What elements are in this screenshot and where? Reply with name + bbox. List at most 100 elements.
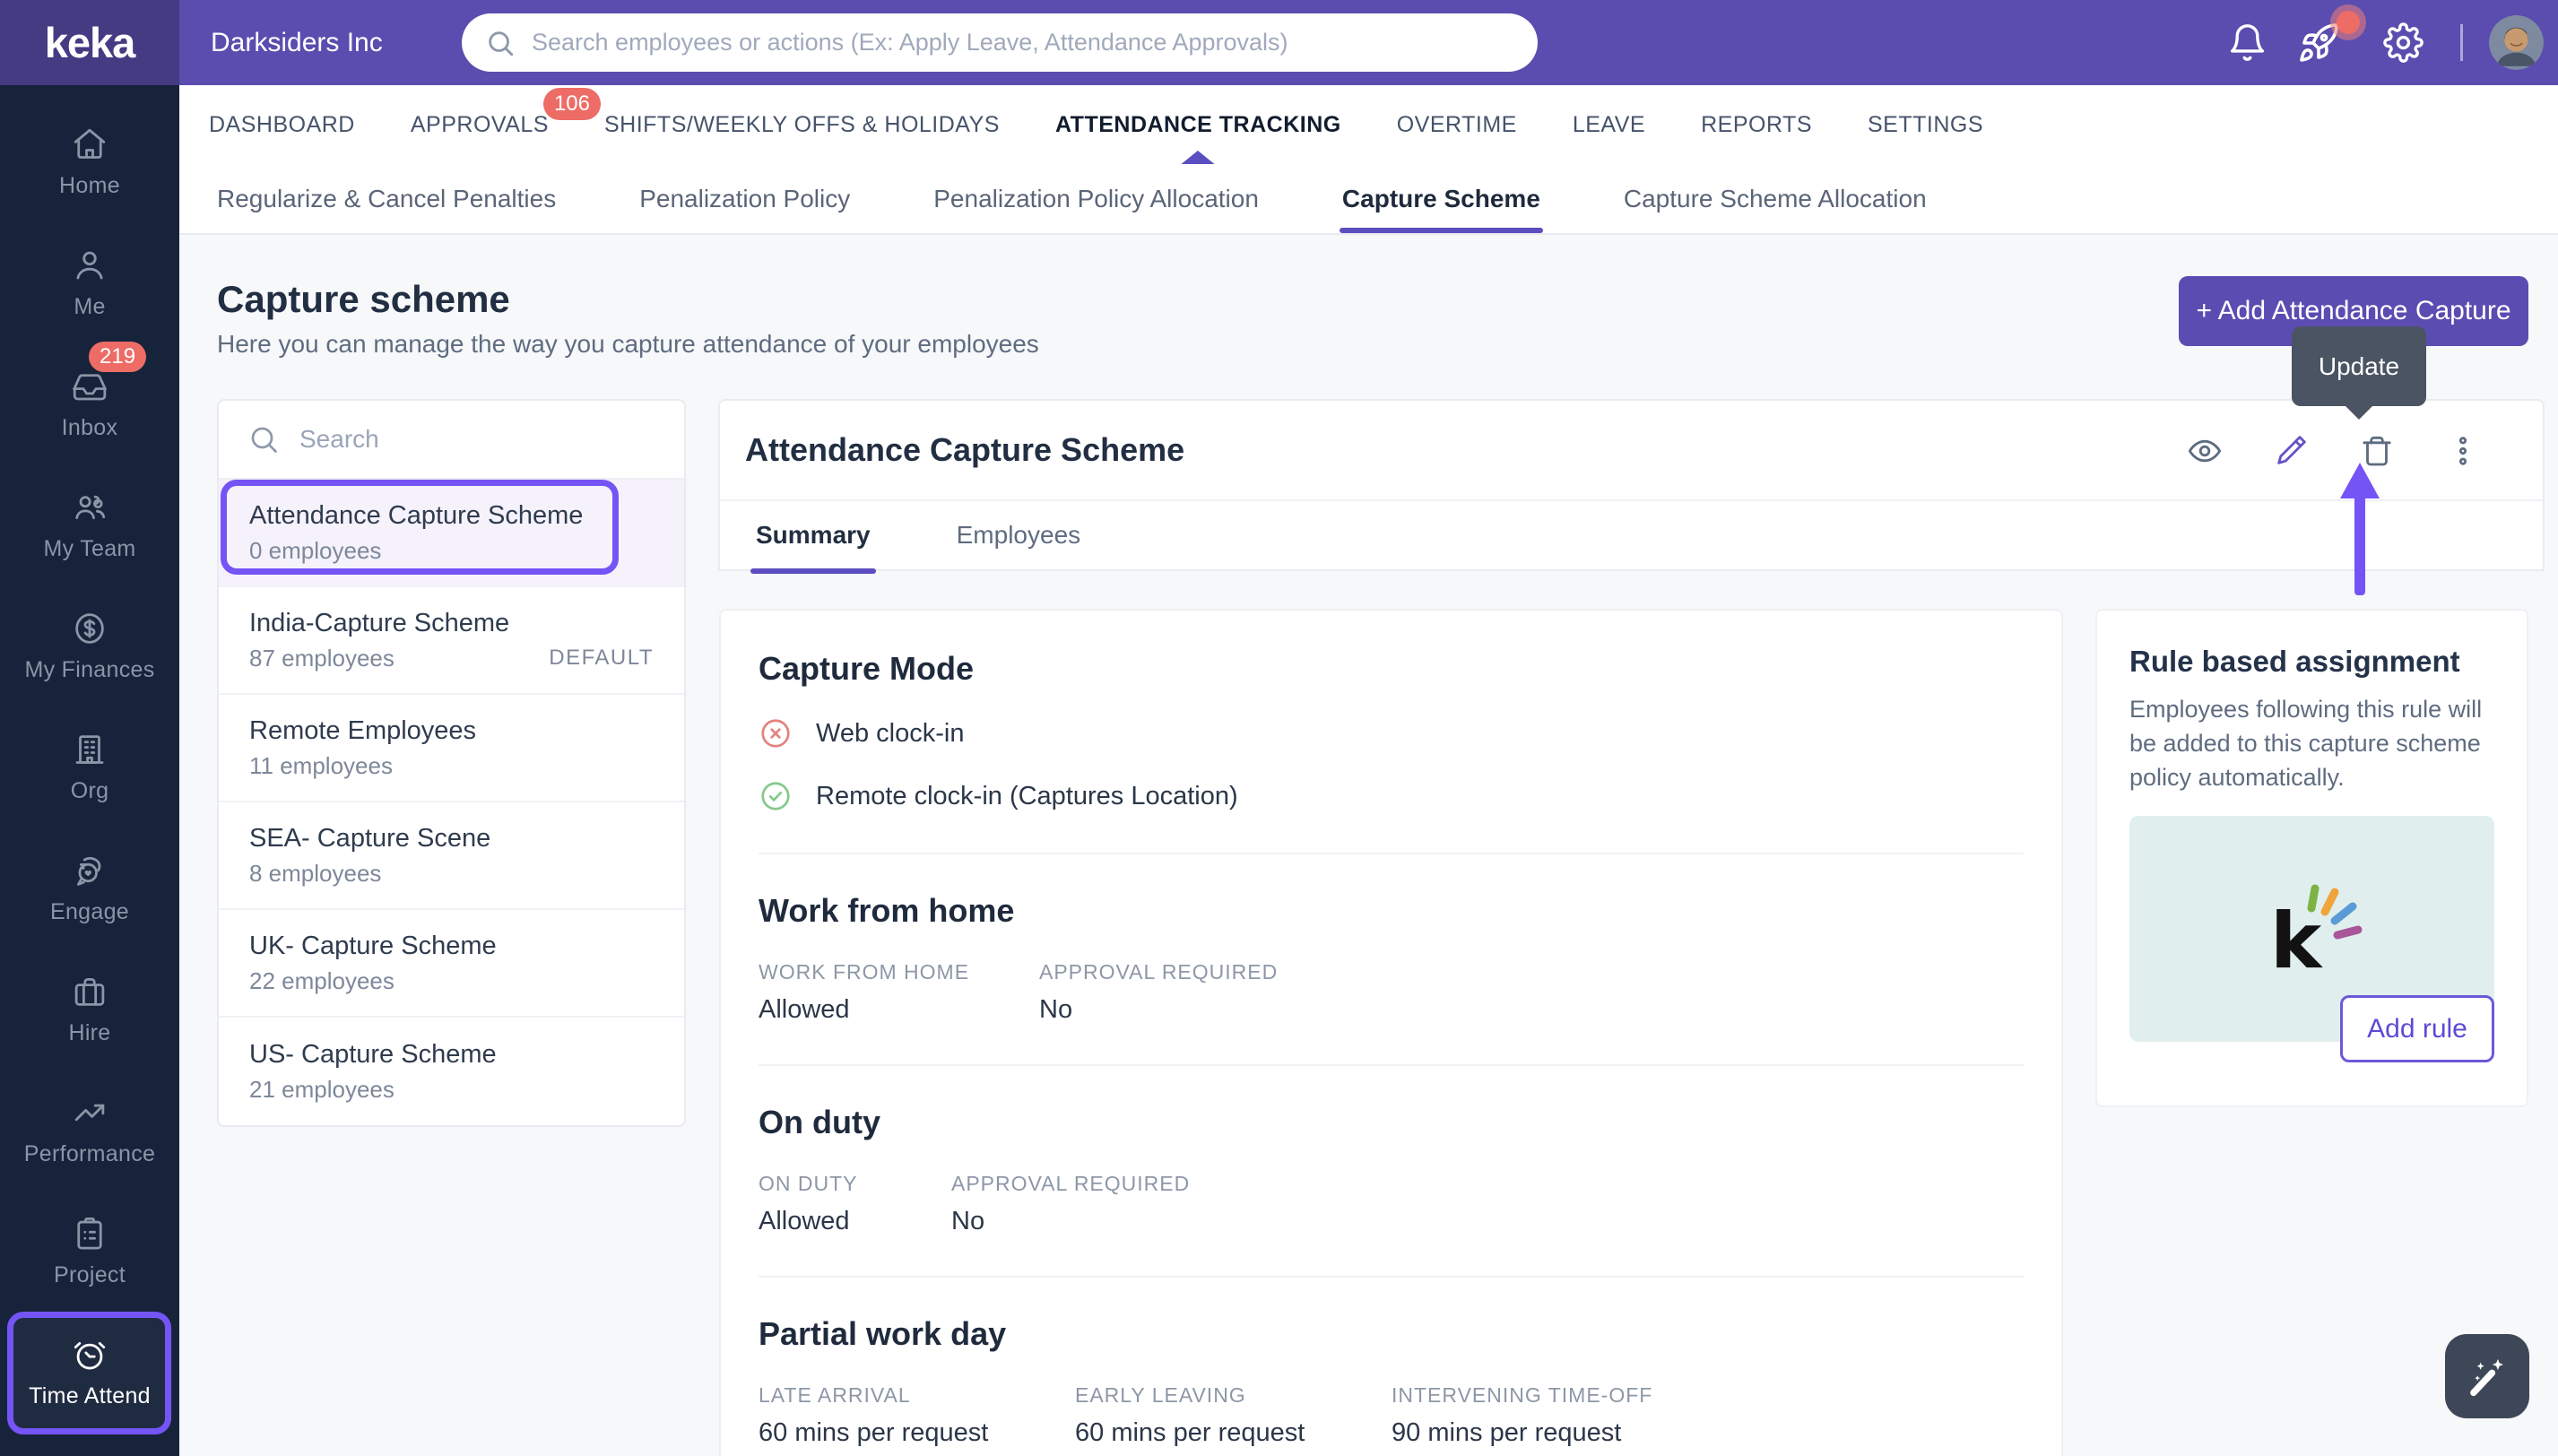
field-od-approval-required: APPROVAL REQUIRED No (951, 1172, 2024, 1236)
divider (759, 1276, 2024, 1278)
rule-panel-heading: Rule based assignment (2129, 645, 2494, 679)
tab-approvals[interactable]: APPROVALS106 (411, 112, 549, 138)
building-icon (71, 731, 108, 768)
sidebar-item-org[interactable]: Org (0, 706, 179, 828)
tab-leave[interactable]: LEAVE (1573, 112, 1645, 138)
list-item-sea-capture-scene[interactable]: SEA- Capture Scene 8 employees (219, 802, 684, 910)
home-icon (71, 126, 108, 163)
scheme-search[interactable] (219, 401, 684, 480)
inbox-badge: 219 (89, 342, 146, 372)
delete-trash-icon[interactable] (2347, 421, 2406, 481)
page-subtitle: Here you can manage the way you capture … (217, 330, 1039, 359)
divider (759, 853, 2024, 854)
section-heading-capture-mode: Capture Mode (759, 650, 2024, 688)
subtab-capture-scheme[interactable]: Capture Scheme (1342, 185, 1540, 213)
field-wfh-approval-required: APPROVAL REQUIRED No (1039, 960, 2024, 1025)
list-item-remote-employees[interactable]: Remote Employees 11 employees (219, 695, 684, 802)
inbox-icon (71, 368, 108, 405)
sidebar-item-home[interactable]: Home (0, 101, 179, 222)
detail-header-card: Attendance Capture Scheme Summary Employ… (718, 399, 2545, 571)
sidebar-item-label: My Finances (24, 657, 154, 683)
sidebar-item-project[interactable]: Project (0, 1191, 179, 1312)
circle-x-icon (759, 716, 793, 750)
subtab-penalization-policy-allocation[interactable]: Penalization Policy Allocation (933, 185, 1259, 213)
default-badge: DEFAULT (549, 646, 654, 671)
sidebar-item-performance[interactable]: Performance (0, 1070, 179, 1191)
sidebar-item-engage[interactable]: Engage (0, 828, 179, 949)
sidebar: Home Me 219 Inbox My Team My Finances Or… (0, 85, 179, 1456)
subtab-regularize-cancel-penalties[interactable]: Regularize & Cancel Penalties (217, 185, 556, 213)
field-intervening-time-off: INTERVENING TIME-OFF 90 mins per request (1392, 1383, 2024, 1448)
alarm-clock-icon (71, 1336, 108, 1374)
rule-panel-description: Employees following this rule will be ad… (2129, 693, 2494, 794)
global-search[interactable] (462, 13, 1538, 72)
sidebar-item-label: Engage (50, 899, 129, 925)
field-late-arrival: LATE ARRIVAL 60 mins per request (759, 1383, 1075, 1448)
sidebar-item-me[interactable]: Me (0, 222, 179, 343)
field-on-duty: ON DUTY Allowed (759, 1172, 951, 1236)
kebab-menu-icon[interactable] (2433, 421, 2493, 481)
page-title: Capture scheme (217, 278, 510, 321)
list-item-india-capture-scheme[interactable]: India-Capture Scheme 87 employeesDEFAULT (219, 587, 684, 695)
sidebar-item-label: Time Attend (29, 1383, 151, 1409)
update-tooltip: Update (2292, 326, 2426, 406)
sidebar-item-label: My Team (43, 536, 135, 562)
magic-wand-button[interactable] (2445, 1334, 2529, 1418)
tab-dashboard[interactable]: DASHBOARD (209, 112, 355, 138)
field-work-from-home: WORK FROM HOME Allowed (759, 960, 1039, 1025)
capture-mode-row-remote: Remote clock-in (Captures Location) (759, 779, 2024, 813)
main-nav: DASHBOARD APPROVALS106 SHIFTS/WEEKLY OFF… (179, 85, 2558, 164)
sidebar-item-time-attend[interactable]: Time Attend (0, 1312, 179, 1433)
person-icon (71, 247, 108, 284)
tab-employees[interactable]: Employees (957, 521, 1081, 550)
detail-actions (2175, 401, 2493, 501)
add-rule-button[interactable]: Add rule (2340, 995, 2494, 1062)
circle-check-icon (759, 779, 793, 813)
capture-mode-row-web: Web clock-in (759, 716, 2024, 750)
list-item-uk-capture-scheme[interactable]: UK- Capture Scheme 22 employees (219, 910, 684, 1018)
rule-based-assignment-panel: Rule based assignment Employees followin… (2095, 609, 2528, 1107)
sidebar-item-hire[interactable]: Hire (0, 949, 179, 1070)
tab-shifts[interactable]: SHIFTS/WEEKLY OFFS & HOLIDAYS (604, 112, 1000, 138)
section-heading-work-from-home: Work from home (759, 892, 2024, 930)
subtab-capture-scheme-allocation[interactable]: Capture Scheme Allocation (1624, 185, 1927, 213)
sidebar-item-label: Me (74, 294, 105, 320)
tab-overtime[interactable]: OVERTIME (1397, 112, 1517, 138)
tab-summary[interactable]: Summary (756, 521, 871, 550)
sidebar-item-label: Hire (68, 1020, 110, 1046)
company-name: Darksiders Inc (211, 0, 383, 85)
edit-pencil-icon[interactable] (2261, 421, 2320, 481)
topbar-divider (2460, 24, 2463, 61)
keka-logo[interactable]: keka (0, 0, 179, 85)
section-heading-partial-work-day: Partial work day (759, 1315, 2024, 1353)
sidebar-item-inbox[interactable]: 219 Inbox (0, 343, 179, 464)
detail-title: Attendance Capture Scheme (745, 431, 1184, 469)
gear-icon[interactable] (2383, 22, 2424, 63)
scheme-search-input[interactable] (299, 425, 655, 454)
subtab-penalization-policy[interactable]: Penalization Policy (639, 185, 850, 213)
sidebar-item-my-finances[interactable]: My Finances (0, 585, 179, 706)
sidebar-item-label: Performance (24, 1141, 155, 1167)
tab-attendance-tracking[interactable]: ATTENDANCE TRACKING (1055, 112, 1341, 138)
sidebar-item-label: Inbox (62, 415, 118, 441)
approvals-badge: 106 (543, 88, 601, 120)
avatar[interactable] (2489, 15, 2544, 70)
sub-nav: Regularize & Cancel Penalties Penalizati… (179, 164, 2558, 235)
view-icon[interactable] (2175, 421, 2234, 481)
search-icon (485, 28, 516, 58)
svg-text:k: k (2270, 897, 2323, 986)
tab-settings[interactable]: SETTINGS (1868, 112, 1983, 138)
sidebar-item-label: Project (54, 1262, 126, 1288)
list-item-us-capture-scheme[interactable]: US- Capture Scheme 21 employees (219, 1018, 684, 1125)
sidebar-item-my-team[interactable]: My Team (0, 464, 179, 585)
rocket-icon[interactable] (2297, 22, 2340, 65)
sidebar-item-label: Home (59, 173, 120, 199)
global-search-input[interactable] (532, 29, 1514, 56)
team-icon (71, 489, 108, 526)
bell-icon[interactable] (2227, 22, 2268, 63)
trend-icon (71, 1094, 108, 1131)
dollar-icon (71, 610, 108, 647)
tab-reports[interactable]: REPORTS (1701, 112, 1812, 138)
field-early-leaving: EARLY LEAVING 60 mins per request (1075, 1383, 1392, 1448)
list-item-attendance-capture-scheme[interactable]: Attendance Capture Scheme 0 employees (219, 480, 684, 587)
